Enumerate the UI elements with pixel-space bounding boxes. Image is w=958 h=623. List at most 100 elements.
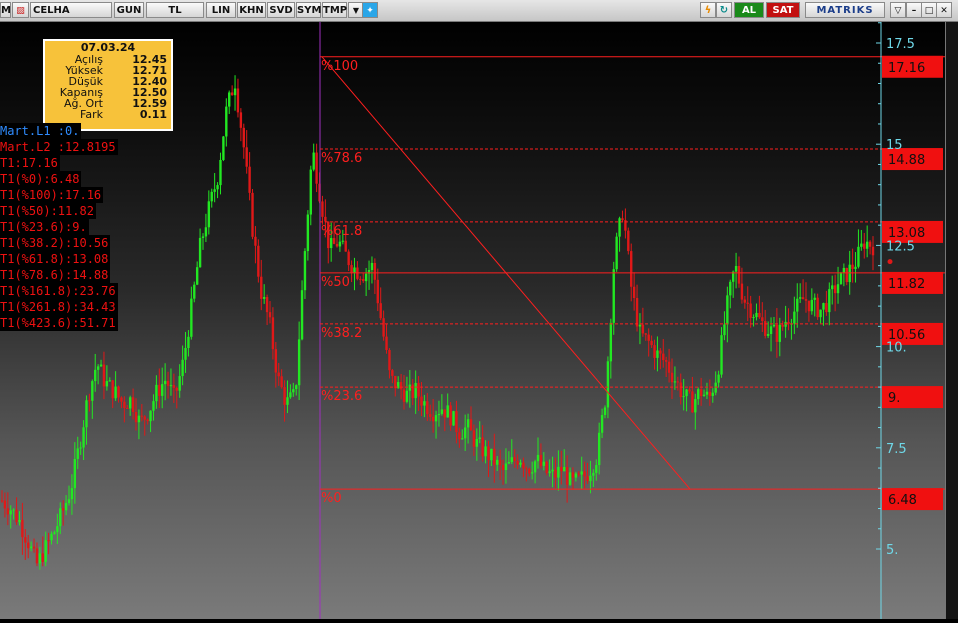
candle-body [836,284,840,294]
candle-body [612,269,615,323]
sell-button[interactable]: SAT [766,2,800,18]
candle-body [510,457,513,463]
svd-button[interactable]: SVD [267,2,295,18]
candle-body [466,419,470,428]
candle-body [455,411,458,433]
menu-button[interactable]: M [0,2,11,18]
candle-body [429,414,432,417]
candle-body [426,401,429,415]
candle-body [216,185,219,190]
candle-body [6,508,10,515]
minimize-icon[interactable]: – [906,2,922,18]
candle-body [143,416,146,420]
currency-button[interactable]: TL [146,2,204,18]
candle-body [228,92,231,107]
candle-body [571,472,575,478]
candle-body [85,400,88,428]
candle-body [694,399,697,413]
candle-body [254,236,257,246]
maximize-icon[interactable]: □ [921,2,937,18]
candle-body [501,465,505,471]
candle-body [158,384,161,396]
symbol-input[interactable]: CELHA [30,2,112,18]
candle-body [577,473,580,475]
candle-body [583,471,586,477]
fib-price-value: 11.82 [888,277,925,292]
candle-body [758,312,761,318]
close-icon[interactable]: ✕ [936,2,952,18]
candle-body [734,266,738,272]
candle-body [493,448,496,465]
sym-button[interactable]: SYM [296,2,321,18]
candle-body [446,405,449,418]
candle-body [533,461,537,473]
candle-body [329,238,333,249]
scale-button[interactable]: LIN [206,2,236,18]
candle-body [592,472,595,476]
candle-body [705,391,709,395]
candle-body [257,245,260,277]
candle-body [766,334,770,336]
candle-body [315,152,318,184]
lightning-icon[interactable]: ϟ [700,2,716,18]
buy-button[interactable]: AL [734,2,764,18]
candle-body [813,297,816,300]
candle-body [134,412,138,423]
candle-body [641,324,645,334]
candle-body [749,303,752,318]
refresh-icon[interactable]: ↻ [716,2,732,18]
candle-body [120,397,123,402]
fib-level-label: %38.2 [321,326,362,341]
candle-body [289,392,292,398]
candle-body [551,469,554,472]
candle-body [353,267,356,274]
candle-body [338,241,342,247]
candle-body [697,389,700,400]
collapse-icon[interactable]: ▽ [890,2,906,18]
candle-body [752,317,755,319]
candle-body [644,333,647,335]
candle-body [297,339,301,386]
candle-body [868,241,872,247]
candle-body [831,285,834,290]
candle-body [606,361,610,408]
fib-level-label: %23.6 [321,389,362,404]
candle-body [563,467,566,472]
twitter-icon[interactable]: ✦ [362,2,378,18]
candle-body [166,380,170,386]
candle-body [300,290,304,340]
candle-body [155,384,158,402]
candle-body [248,166,251,193]
y-axis-tick-label: 12.5 [886,239,915,254]
candle-body [50,533,53,541]
candle-body [67,499,71,504]
candle-body [746,302,749,304]
candle-body [420,396,423,406]
candle-body [650,340,653,346]
y-axis-tick-label: 7.5 [886,442,907,457]
candle-body [99,364,103,367]
candle-body [146,419,149,422]
candle-body [91,381,94,401]
indicator-t1-61-8: T1(%61.8):13.08 [0,251,111,267]
chart-type-icon[interactable]: ▨ [12,2,29,18]
candle-body [0,500,4,502]
candle-body [27,542,30,549]
candle-body [265,297,269,313]
candle-body [496,459,499,465]
candle-body [597,432,601,466]
y-axis-tick-label: 17.5 [886,37,915,52]
candle-body [781,324,784,327]
candle-body [528,468,531,474]
khn-button[interactable]: KHN [237,2,266,18]
period-button[interactable]: GUN [114,2,144,18]
candle-body [102,364,106,387]
right-scrollbar[interactable] [945,22,958,619]
candle-body [379,303,382,319]
candle-body [268,312,272,318]
candle-body [137,415,141,423]
candle-body [478,437,481,440]
candle-body [347,251,350,266]
tmp-button[interactable]: TMP [322,2,347,18]
candle-body [9,510,12,515]
